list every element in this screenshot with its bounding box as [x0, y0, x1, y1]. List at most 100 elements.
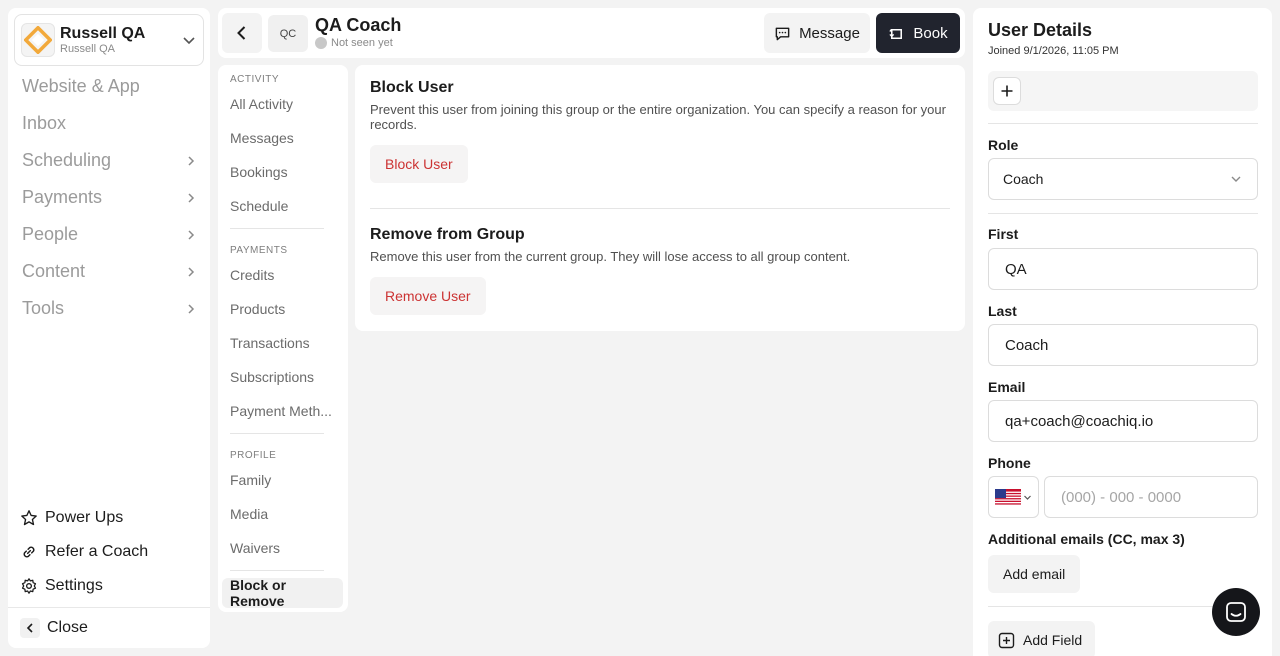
refer-coach-label: Refer a Coach [45, 543, 149, 560]
subnav-section-profile: PROFILE [230, 450, 277, 461]
country-code-select[interactable] [988, 476, 1039, 518]
nav-item-people[interactable]: People [8, 216, 210, 253]
chevron-down-icon [183, 37, 195, 45]
book-button[interactable]: Book [876, 13, 960, 53]
remove-user-button[interactable]: Remove User [370, 277, 486, 315]
phone-input[interactable]: (000) - 000 - 0000 [1044, 476, 1258, 518]
nav-item-label: Scheduling [22, 150, 112, 170]
tags-area [988, 71, 1258, 111]
chevron-right-icon [188, 155, 195, 166]
support-chat-button[interactable] [1212, 588, 1260, 636]
power-ups-link[interactable]: Power Ups [8, 501, 210, 535]
role-value: Coach [1003, 171, 1044, 187]
user-details-title: User Details [988, 20, 1093, 40]
subnav-item-media[interactable]: Media [230, 506, 336, 522]
add-field-label: Add Field [1023, 632, 1083, 648]
nav-item-label: Website & App [22, 76, 140, 96]
bottom-links: Power Ups Refer a Coach Settings [8, 501, 210, 603]
close-nav-button[interactable]: Close [8, 607, 210, 648]
plus-square-icon [998, 632, 1015, 648]
nav-item-payments[interactable]: Payments [8, 179, 210, 216]
nav-item-content[interactable]: Content [8, 253, 210, 290]
nav-item-label: Tools [22, 298, 65, 318]
settings-label: Settings [45, 577, 103, 594]
email-label: Email [988, 379, 1026, 395]
nav-item-scheduling[interactable]: Scheduling [8, 142, 210, 179]
user-subnav: ACTIVITY All Activity Messages Bookings … [218, 65, 348, 612]
refer-coach-link[interactable]: Refer a Coach [8, 535, 210, 569]
org-text: Russell QA Russell QA [60, 25, 181, 55]
subnav-item-payment-methods[interactable]: Payment Meth... [230, 403, 336, 419]
power-ups-label: Power Ups [45, 509, 124, 526]
page-title: QA Coach [315, 15, 402, 35]
block-user-description: Prevent this user from joining this grou… [370, 102, 946, 133]
diamond-logo-icon [21, 23, 55, 57]
subnav-item-subscriptions[interactable]: Subscriptions [230, 369, 336, 385]
block-user-button[interactable]: Block User [370, 145, 468, 183]
org-switcher[interactable]: Russell QA Russell QA [14, 14, 204, 66]
details-divider [988, 123, 1258, 124]
book-label: Book [913, 24, 948, 42]
app-root: Russell QA Russell QA Website & App Inbo… [0, 0, 1280, 656]
nav-item-inbox[interactable]: Inbox [8, 105, 210, 142]
avatar: QC [268, 15, 308, 52]
back-button[interactable] [222, 13, 262, 53]
user-header: QC QA Coach Not seen yet Message Book [218, 8, 965, 58]
subnav-divider [230, 433, 324, 434]
role-select[interactable]: Coach [988, 158, 1258, 200]
chat-launcher-icon [1226, 602, 1246, 622]
gear-icon [21, 578, 37, 594]
subnav-item-transactions[interactable]: Transactions [230, 335, 336, 351]
us-flag-icon [995, 488, 1021, 506]
nav-list: Website & App Inbox Scheduling Payments … [8, 68, 210, 327]
email-field[interactable]: qa+coach@coachiq.io [988, 400, 1258, 442]
chevron-down-icon [1231, 176, 1241, 182]
chevron-right-icon [188, 229, 195, 240]
close-label: Close [47, 619, 88, 636]
star-icon [21, 510, 37, 526]
nav-item-tools[interactable]: Tools [8, 290, 210, 327]
first-name-field[interactable]: QA [988, 248, 1258, 290]
subnav-divider [230, 570, 324, 571]
subnav-item-bookings[interactable]: Bookings [230, 164, 336, 180]
block-remove-panel: Block User Prevent this user from joinin… [355, 65, 965, 331]
link-icon [23, 546, 35, 558]
remove-group-description: Remove this user from the current group.… [370, 249, 851, 264]
block-user-title: Block User [370, 79, 454, 96]
subnav-item-messages[interactable]: Messages [230, 130, 336, 146]
status-dot-icon [315, 37, 327, 49]
subnav-item-block-or-remove[interactable]: Block or Remove [222, 577, 343, 609]
chevron-down-icon [1024, 495, 1031, 500]
remove-group-title: Remove from Group [370, 226, 525, 243]
subnav-item-schedule[interactable]: Schedule [230, 198, 336, 214]
phone-label: Phone [988, 455, 1031, 471]
message-button[interactable]: Message [764, 13, 870, 53]
left-navigation: Russell QA Russell QA Website & App Inbo… [8, 8, 210, 648]
subnav-item-all-activity[interactable]: All Activity [230, 96, 336, 112]
subnav-item-waivers[interactable]: Waivers [230, 540, 336, 556]
last-name-label: Last [988, 303, 1017, 319]
subnav-item-products[interactable]: Products [230, 301, 336, 317]
last-name-field[interactable]: Coach [988, 324, 1258, 366]
user-details-panel: User Details Joined 9/1/2026, 11:05 PM R… [973, 8, 1272, 656]
subnav-item-family[interactable]: Family [230, 472, 336, 488]
section-divider [370, 208, 950, 209]
add-field-button[interactable]: Add Field [988, 621, 1096, 656]
nav-item-website-app[interactable]: Website & App [8, 68, 210, 105]
details-divider [988, 213, 1258, 214]
joined-date: Joined 9/1/2026, 11:05 PM [988, 45, 1119, 57]
role-label: Role [988, 137, 1019, 153]
settings-link[interactable]: Settings [8, 569, 210, 603]
nav-item-label: Content [22, 261, 86, 281]
org-name: Russell QA [60, 25, 146, 43]
first-name-label: First [988, 226, 1019, 242]
subnav-item-credits[interactable]: Credits [230, 267, 336, 283]
add-email-button[interactable]: Add email [988, 555, 1081, 593]
chevron-right-icon [188, 192, 195, 203]
chat-bubble-icon [775, 27, 790, 40]
message-label: Message [799, 24, 860, 42]
add-tag-button[interactable] [993, 77, 1021, 105]
chevron-left-icon [20, 618, 40, 638]
additional-emails-label: Additional emails (CC, max 3) [988, 531, 1185, 547]
chevron-right-icon [188, 303, 195, 314]
